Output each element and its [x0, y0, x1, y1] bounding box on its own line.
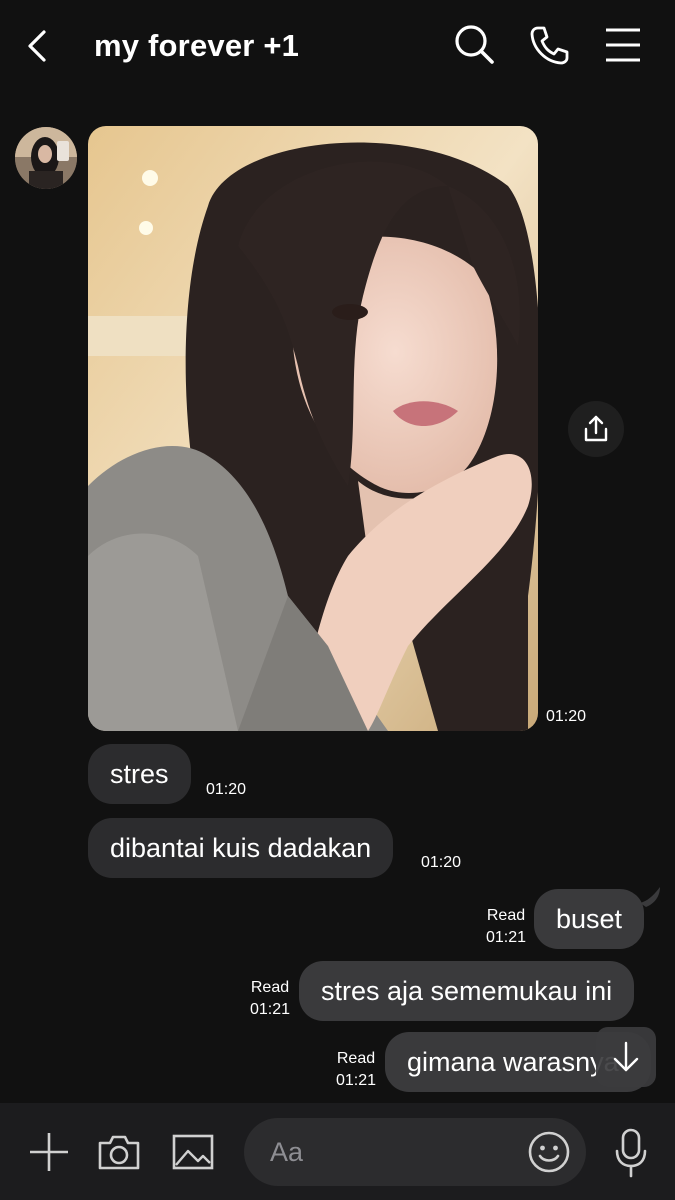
message-bubble[interactable]: buset [534, 889, 645, 949]
message-bubble[interactable]: dibantai kuis dadakan [88, 818, 394, 878]
share-button[interactable] [568, 401, 624, 457]
message-input-container[interactable] [244, 1118, 586, 1186]
message-input[interactable] [270, 1118, 510, 1186]
chevron-left-icon[interactable] [22, 26, 56, 66]
plus-icon[interactable] [26, 1129, 72, 1175]
arrow-down-icon [613, 1041, 639, 1072]
avatar[interactable] [15, 127, 77, 189]
search-icon[interactable] [452, 22, 498, 68]
message-list[interactable]: 01:20 stres 01:20 dibantai kuis dadakan … [0, 95, 675, 1103]
menu-icon[interactable] [600, 22, 646, 68]
emoji-icon[interactable] [526, 1129, 572, 1175]
share-icon [584, 415, 608, 442]
message-time: 01:20 [421, 854, 462, 871]
scroll-to-bottom-button[interactable] [596, 1027, 656, 1087]
message-time: 01:20 [546, 708, 587, 725]
bubble-tail [640, 887, 660, 907]
phone-icon[interactable] [526, 22, 572, 68]
photo-message[interactable] [88, 126, 538, 731]
microphone-icon[interactable] [608, 1127, 654, 1179]
camera-icon[interactable] [96, 1129, 142, 1175]
message-bubble[interactable]: stres aja sememukau ini [299, 961, 635, 1021]
read-receipt: Read 01:21 [335, 1050, 377, 1090]
chat-title[interactable]: my forever +1 [94, 28, 299, 64]
message-time: 01:20 [206, 781, 247, 798]
message-bubble[interactable]: stres [88, 744, 191, 804]
read-receipt: Read 01:21 [249, 979, 291, 1019]
composer-bar [0, 1103, 675, 1200]
chat-header: my forever +1 [0, 0, 675, 95]
image-icon[interactable] [170, 1129, 216, 1175]
read-receipt: Read 01:21 [485, 907, 527, 947]
